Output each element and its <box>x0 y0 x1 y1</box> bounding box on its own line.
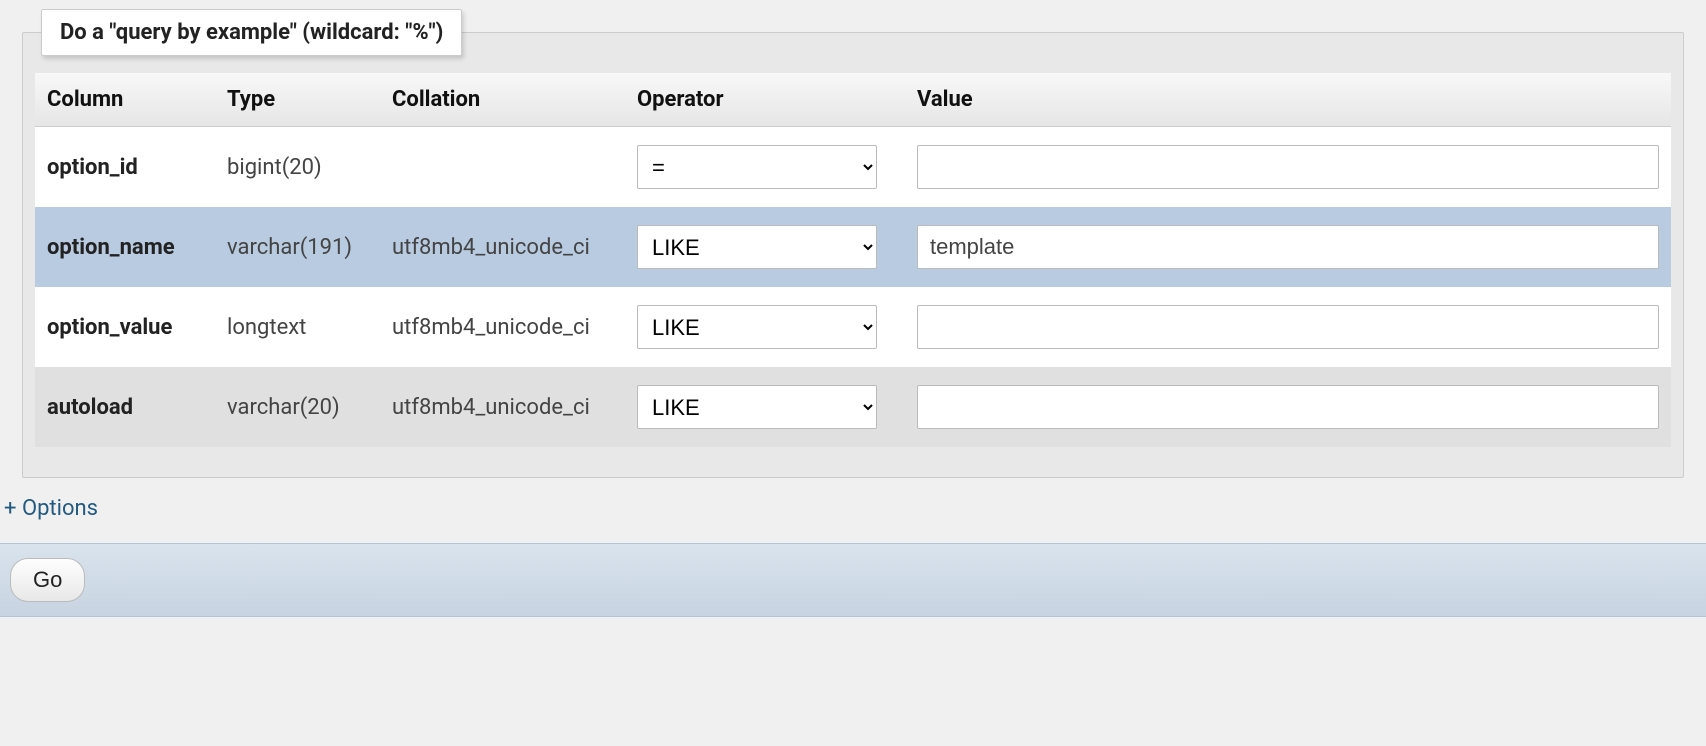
cell-collation <box>380 127 625 208</box>
cell-value <box>905 127 1671 208</box>
go-button[interactable]: Go <box>10 558 85 602</box>
th-column: Column <box>35 73 215 127</box>
query-by-example-fieldset: Do a "query by example" (wildcard: "%") … <box>22 32 1684 478</box>
cell-type: longtext <box>215 287 380 367</box>
value-input[interactable] <box>917 385 1659 429</box>
cell-column-name: option_value <box>35 287 215 367</box>
operator-select[interactable]: LIKE <box>637 385 877 429</box>
table-row: autoloadvarchar(20)utf8mb4_unicode_ci LIK… <box>35 367 1671 447</box>
value-input[interactable] <box>917 145 1659 189</box>
cell-type: varchar(20) <box>215 367 380 447</box>
cell-value <box>905 207 1671 287</box>
qbe-table: Column Type Collation Operator Value opt… <box>35 73 1671 447</box>
fieldset-legend: Do a "query by example" (wildcard: "%") <box>41 9 462 56</box>
th-value: Value <box>905 73 1671 127</box>
table-row: option_valuelongtextutf8mb4_unicode_ci LI… <box>35 287 1671 367</box>
cell-type: bigint(20) <box>215 127 380 208</box>
cell-type: varchar(191) <box>215 207 380 287</box>
value-input[interactable] <box>917 305 1659 349</box>
cell-collation: utf8mb4_unicode_ci <box>380 207 625 287</box>
cell-value <box>905 367 1671 447</box>
cell-collation: utf8mb4_unicode_ci <box>380 287 625 367</box>
operator-select[interactable]: = <box>637 145 877 189</box>
cell-column-name: option_id <box>35 127 215 208</box>
cell-column-name: autoload <box>35 367 215 447</box>
cell-value <box>905 287 1671 367</box>
options-toggle[interactable]: + Options <box>4 496 98 521</box>
value-input[interactable] <box>917 225 1659 269</box>
th-type: Type <box>215 73 380 127</box>
operator-select[interactable]: LIKE <box>637 305 877 349</box>
action-bar: Go <box>0 543 1706 617</box>
cell-operator: LIKE <box>625 207 905 287</box>
operator-select[interactable]: LIKE <box>637 225 877 269</box>
table-row: option_namevarchar(191)utf8mb4_unicode_c… <box>35 207 1671 287</box>
cell-column-name: option_name <box>35 207 215 287</box>
cell-operator: = <box>625 127 905 208</box>
th-operator: Operator <box>625 73 905 127</box>
th-collation: Collation <box>380 73 625 127</box>
cell-collation: utf8mb4_unicode_ci <box>380 367 625 447</box>
cell-operator: LIKE <box>625 367 905 447</box>
table-row: option_idbigint(20) = <box>35 127 1671 208</box>
cell-operator: LIKE <box>625 287 905 367</box>
